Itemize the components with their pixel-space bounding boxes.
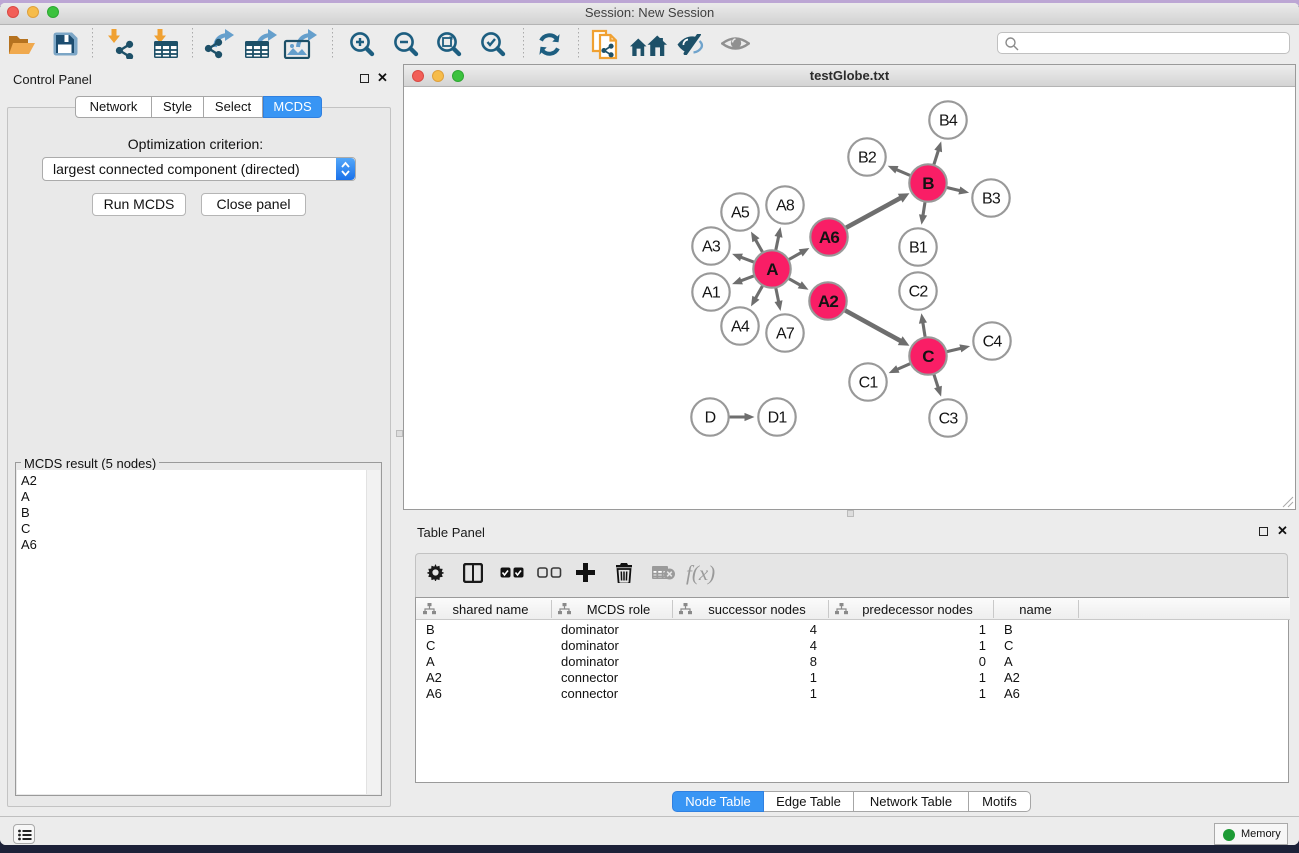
svg-text:C4: C4: [983, 334, 1003, 351]
svg-text:C2: C2: [909, 284, 929, 301]
svg-text:A7: A7: [776, 326, 795, 343]
svg-text:B1: B1: [909, 240, 928, 257]
svg-text:A3: A3: [702, 239, 721, 256]
svg-text:A5: A5: [731, 205, 750, 222]
svg-text:A6: A6: [819, 228, 839, 247]
svg-text:B: B: [922, 174, 934, 193]
svg-text:A1: A1: [702, 285, 721, 302]
svg-text:A4: A4: [731, 319, 750, 336]
svg-text:B2: B2: [858, 150, 877, 167]
svg-text:B3: B3: [982, 191, 1001, 208]
svg-text:C: C: [922, 347, 934, 366]
svg-text:A2: A2: [818, 292, 838, 311]
svg-text:C3: C3: [939, 411, 959, 428]
svg-text:C1: C1: [859, 375, 879, 392]
svg-text:B4: B4: [939, 113, 958, 130]
svg-text:D1: D1: [768, 410, 788, 427]
svg-text:A8: A8: [776, 198, 795, 215]
svg-text:D: D: [705, 410, 716, 427]
svg-text:A: A: [766, 260, 778, 279]
